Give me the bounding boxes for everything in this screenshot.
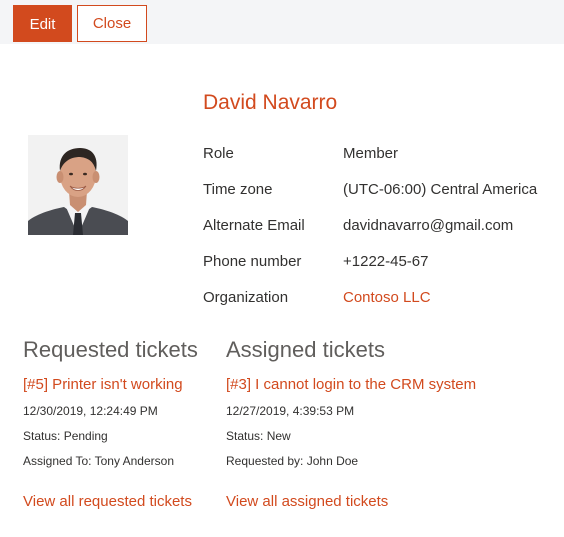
view-all-requested-link[interactable]: View all requested tickets bbox=[23, 493, 192, 510]
role-label: Role bbox=[203, 145, 234, 162]
timezone-value: (UTC-06:00) Central America bbox=[343, 181, 538, 198]
assigned-ticket-status: Status: New bbox=[226, 429, 291, 443]
contact-name: David Navarro bbox=[203, 91, 338, 114]
assigned-tickets-heading: Assigned tickets bbox=[226, 337, 385, 362]
alternate-email-value: davidnavarro@gmail.com bbox=[343, 217, 514, 234]
organization-link[interactable]: Contoso LLC bbox=[343, 289, 431, 307]
view-all-assigned-link[interactable]: View all assigned tickets bbox=[226, 493, 388, 510]
avatar bbox=[28, 135, 128, 235]
edit-button[interactable]: Edit bbox=[13, 5, 72, 42]
requested-ticket-date: 12/30/2019, 12:24:49 PM bbox=[23, 404, 158, 418]
phone-value: +1222-45-67 bbox=[343, 253, 429, 270]
assigned-ticket-link[interactable]: [#3] I cannot login to the CRM system bbox=[226, 376, 476, 393]
organization-label: Organization bbox=[203, 289, 289, 306]
assigned-ticket-date: 12/27/2019, 4:39:53 PM bbox=[226, 404, 355, 418]
phone-label: Phone number bbox=[203, 253, 302, 270]
assigned-ticket-requester: Requested by: John Doe bbox=[226, 454, 359, 468]
command-bar: Edit Close bbox=[0, 0, 564, 44]
person-photo-icon bbox=[28, 135, 128, 235]
requested-ticket-status: Status: Pending bbox=[23, 429, 108, 443]
requested-ticket-assignee: Assigned To: Tony Anderson bbox=[23, 454, 174, 468]
role-value: Member bbox=[343, 145, 399, 162]
close-button[interactable]: Close bbox=[77, 5, 147, 42]
requested-ticket-link[interactable]: [#5] Printer isn't working bbox=[23, 376, 183, 393]
alternate-email-label: Alternate Email bbox=[203, 217, 305, 234]
requested-tickets-heading: Requested tickets bbox=[23, 337, 198, 362]
timezone-label: Time zone bbox=[203, 181, 273, 198]
